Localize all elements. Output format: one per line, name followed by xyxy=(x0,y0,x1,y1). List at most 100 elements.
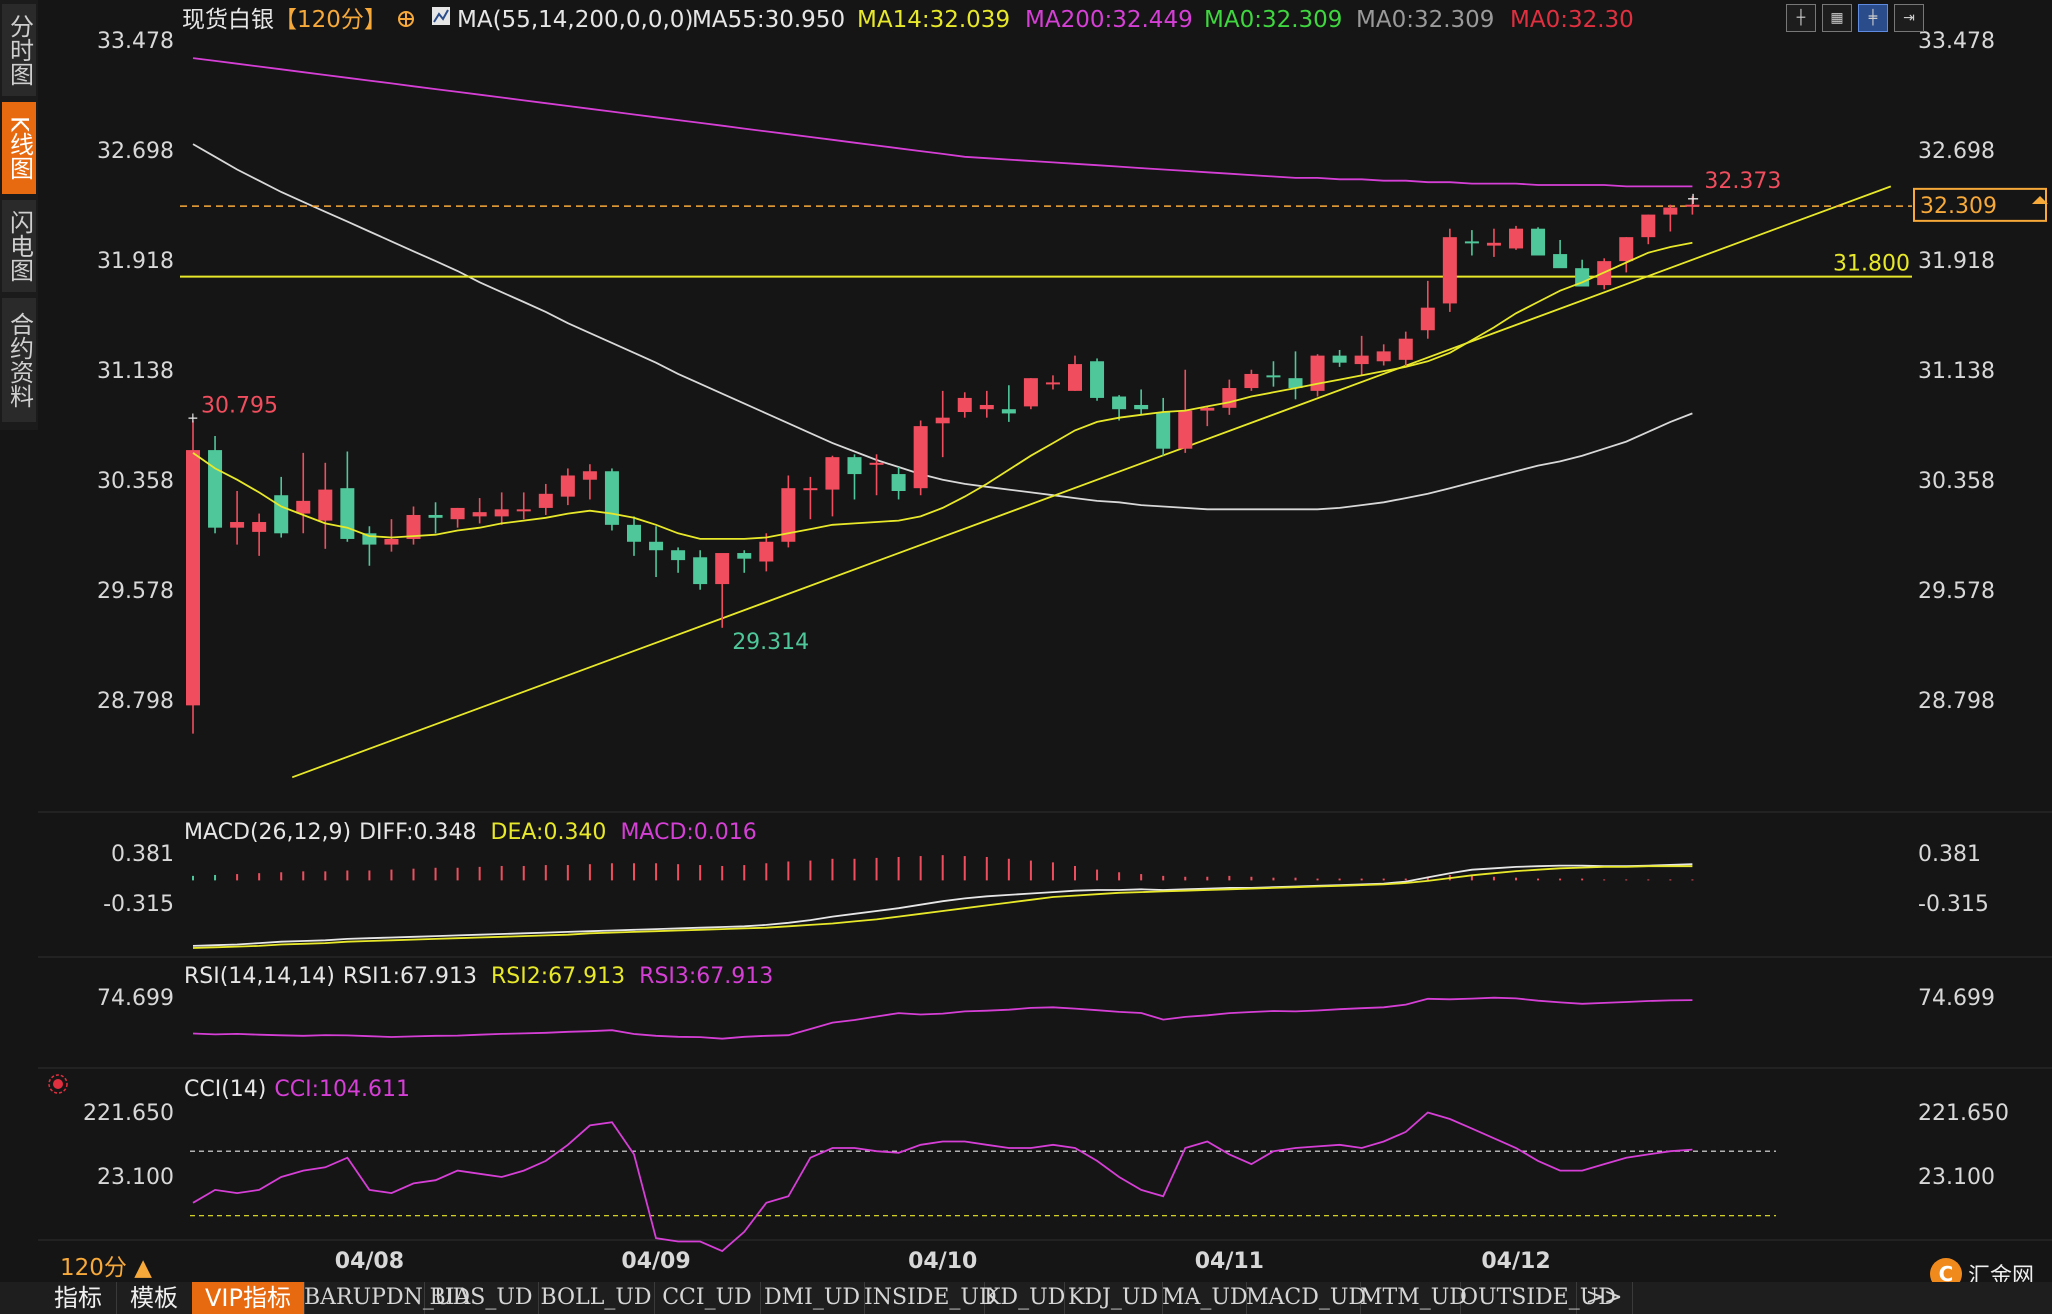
candle-body xyxy=(1376,351,1391,362)
candle-body xyxy=(582,471,597,480)
price-ytick-right: 32.698 xyxy=(1918,139,1995,164)
candle-body xyxy=(1178,410,1193,449)
price-ytick-right: 29.578 xyxy=(1918,579,1995,604)
support-label: 31.800 xyxy=(1833,252,1910,277)
indicator-tab[interactable]: MTM_UD xyxy=(1360,1282,1467,1314)
date-label: 04/12 xyxy=(1481,1249,1550,1270)
indicator-tab[interactable]: VIP指标 xyxy=(192,1282,305,1314)
cci-gear-icon[interactable] xyxy=(53,1079,63,1089)
candle-body xyxy=(1112,396,1127,410)
candle-body xyxy=(1266,375,1281,378)
indicator-tab[interactable]: CCI_UD xyxy=(654,1282,761,1314)
rsi-ytick-left: 74.699 xyxy=(97,986,174,1011)
ma-params: MA(55,14,200,0,0,0) xyxy=(457,7,693,33)
candle-body xyxy=(1244,373,1259,389)
price-ytick-right: 31.138 xyxy=(1918,359,1995,384)
candle-body xyxy=(208,450,223,528)
indicator-tab[interactable]: BOLL_UD xyxy=(538,1282,655,1314)
indicator-tab[interactable]: MACD_UD xyxy=(1246,1282,1366,1314)
candle-body xyxy=(450,507,465,520)
indicator-tab[interactable]: 指标 xyxy=(40,1282,117,1314)
macd-ytick-left: 0.381 xyxy=(111,842,174,867)
ma200-label: MA200:32.449 xyxy=(1025,7,1193,33)
candle-body xyxy=(1553,254,1568,269)
candle-body xyxy=(1068,364,1082,391)
indicator-tab[interactable]: BARUPDN_UD xyxy=(304,1282,470,1314)
candle-body xyxy=(1464,241,1479,244)
indicator-tab[interactable]: DMI_UD xyxy=(760,1282,865,1314)
date-label: 04/09 xyxy=(621,1249,690,1270)
grid xyxy=(38,811,2052,1241)
candle-icon[interactable]: ╪ xyxy=(1858,4,1888,32)
indicator-tab[interactable]: 模板 xyxy=(116,1282,193,1314)
indicator-tab-bar: 指标 模板 VIP指标 BARUPDN_UD BIAS_UD BOLL_UD CCI_UD D… xyxy=(0,1282,2052,1314)
rsi-panel xyxy=(192,996,1693,1040)
ma0-label-c: MA0:32.30 xyxy=(1510,7,1634,33)
high-annotation: 30.795 xyxy=(201,393,278,418)
high-marker: + xyxy=(187,410,199,426)
ma14-label: MA14:32.039 xyxy=(857,7,1010,33)
candle-body xyxy=(538,493,553,508)
candle-body xyxy=(1001,409,1016,414)
ma14-line xyxy=(192,241,1693,540)
candle-body xyxy=(1023,378,1038,407)
candle-body xyxy=(869,462,884,465)
indicator-tab[interactable]: >> xyxy=(1576,1282,1633,1314)
candle-body xyxy=(1442,237,1457,304)
macd-panel xyxy=(192,855,1694,949)
candle-body xyxy=(671,550,686,561)
price-ytick-right: 33.478 xyxy=(1918,29,1995,54)
macd-ytick-right: 0.381 xyxy=(1918,842,1981,867)
candle-body xyxy=(693,557,708,585)
cci-legend: CCI(14) CCI:104.611 xyxy=(184,1077,410,1102)
candle-body xyxy=(604,471,619,525)
indicator-tab[interactable]: KD_UD xyxy=(984,1282,1065,1314)
cci-line xyxy=(192,1111,1693,1253)
candle-body xyxy=(1332,355,1347,363)
candle-body xyxy=(935,417,950,424)
candle-body xyxy=(1090,361,1105,398)
price-ytick-left: 33.478 xyxy=(97,29,174,54)
macd-ytick-left: -0.315 xyxy=(103,892,174,917)
candle-body xyxy=(560,475,575,497)
trendline xyxy=(291,185,1892,779)
indicator-tab[interactable]: OUTSIDE_UD xyxy=(1460,1282,1616,1314)
candle-body xyxy=(913,426,928,489)
price-panel: 31.80030.795+29.31432.373+ 32.309 xyxy=(180,57,2048,779)
period-selector[interactable]: 120分 ▲ xyxy=(60,1248,152,1282)
chart-toolbar: ┼ ▦ ╪ ⇥ xyxy=(1786,4,1924,32)
candle-body xyxy=(384,538,399,545)
candle-body xyxy=(1420,307,1435,331)
macd-legend: MACD(26,12,9) DIFF:0.348 DEA:0.340 MACD:0.0… xyxy=(184,820,757,845)
macd-ytick-right: -0.315 xyxy=(1918,892,1989,917)
indicator-tab[interactable]: KDJ_UD xyxy=(1064,1282,1163,1314)
candle-body xyxy=(649,541,664,551)
indicator-tab[interactable]: BIAS_UD xyxy=(424,1282,539,1314)
date-label: 04/08 xyxy=(335,1249,404,1270)
candle-body xyxy=(340,488,355,539)
candle-body xyxy=(274,495,289,534)
candle-body xyxy=(957,397,972,413)
candle-body xyxy=(516,509,531,512)
date-label: 04/10 xyxy=(908,1249,977,1270)
low-annotation: 29.314 xyxy=(732,630,809,655)
candle-body xyxy=(1134,404,1149,410)
candle-body xyxy=(1531,228,1546,256)
expand-icon[interactable]: ⇥ xyxy=(1894,4,1924,32)
indicator-tab[interactable]: INSIDE_UD xyxy=(864,1282,997,1314)
candle-body xyxy=(1398,338,1413,360)
candle-body xyxy=(472,512,487,517)
rsi-ytick-right: 74.699 xyxy=(1918,986,1995,1011)
price-ytick-left: 29.578 xyxy=(97,579,174,604)
candle-body xyxy=(1619,237,1634,262)
indicator-tab[interactable]: MA_UD xyxy=(1162,1282,1248,1314)
crosshair-icon[interactable]: ┼ xyxy=(1786,4,1816,32)
candle-body xyxy=(627,524,641,542)
last-price-text: 32.309 xyxy=(1920,194,1997,219)
chart-area[interactable]: 31.80030.795+29.31432.373+ 32.309 33.478 3… xyxy=(0,0,2052,1270)
price-ytick-left: 31.918 xyxy=(97,249,174,274)
grid-icon[interactable]: ▦ xyxy=(1822,4,1852,32)
candle-body xyxy=(847,457,862,475)
legend-title: 现货白银【120分】 xyxy=(182,7,387,33)
cci-panel xyxy=(190,1111,1776,1253)
